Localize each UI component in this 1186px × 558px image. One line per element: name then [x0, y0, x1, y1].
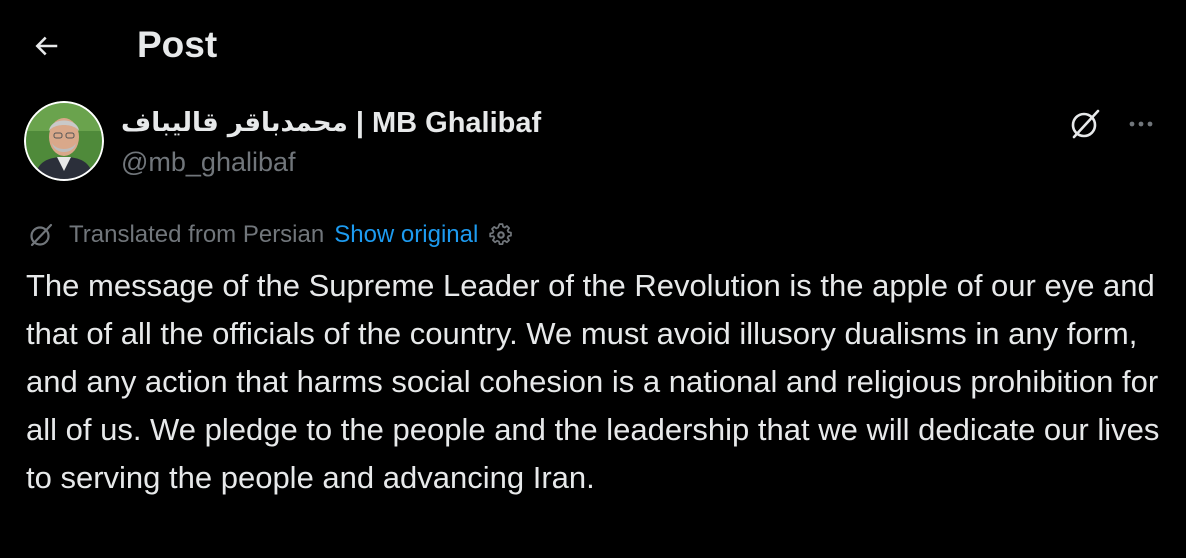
more-button[interactable] [1120, 103, 1162, 145]
author-name-persian: محمدباقر قالیباف [121, 108, 348, 138]
author-name-latin: | MB Ghalibaf [355, 106, 542, 139]
show-original-link[interactable]: Show original [334, 221, 478, 249]
arrow-left-icon [35, 36, 58, 56]
gear-icon [489, 223, 513, 245]
page-title: Post [137, 24, 218, 65]
translate-icon [27, 220, 57, 250]
grok-button[interactable] [1064, 103, 1106, 145]
post-text: The message of the Supreme Leader of the… [26, 268, 1160, 495]
author-name[interactable]: محمدباقر قالیباف | MB Ghalibaf [121, 103, 541, 143]
top-bar: Post [0, 0, 1186, 92]
translation-bar: Translated from Persian Show original [27, 216, 518, 254]
author-handle[interactable]: @mb_ghalibaf [121, 143, 296, 181]
more-dots-icon [1129, 121, 1153, 127]
translated-label: Translated from Persian [69, 221, 325, 248]
avatar[interactable] [24, 101, 104, 181]
avatar-image [24, 101, 104, 181]
grok-icon [1071, 109, 1100, 139]
translation-settings-button[interactable] [488, 220, 518, 250]
back-button[interactable] [26, 26, 66, 66]
